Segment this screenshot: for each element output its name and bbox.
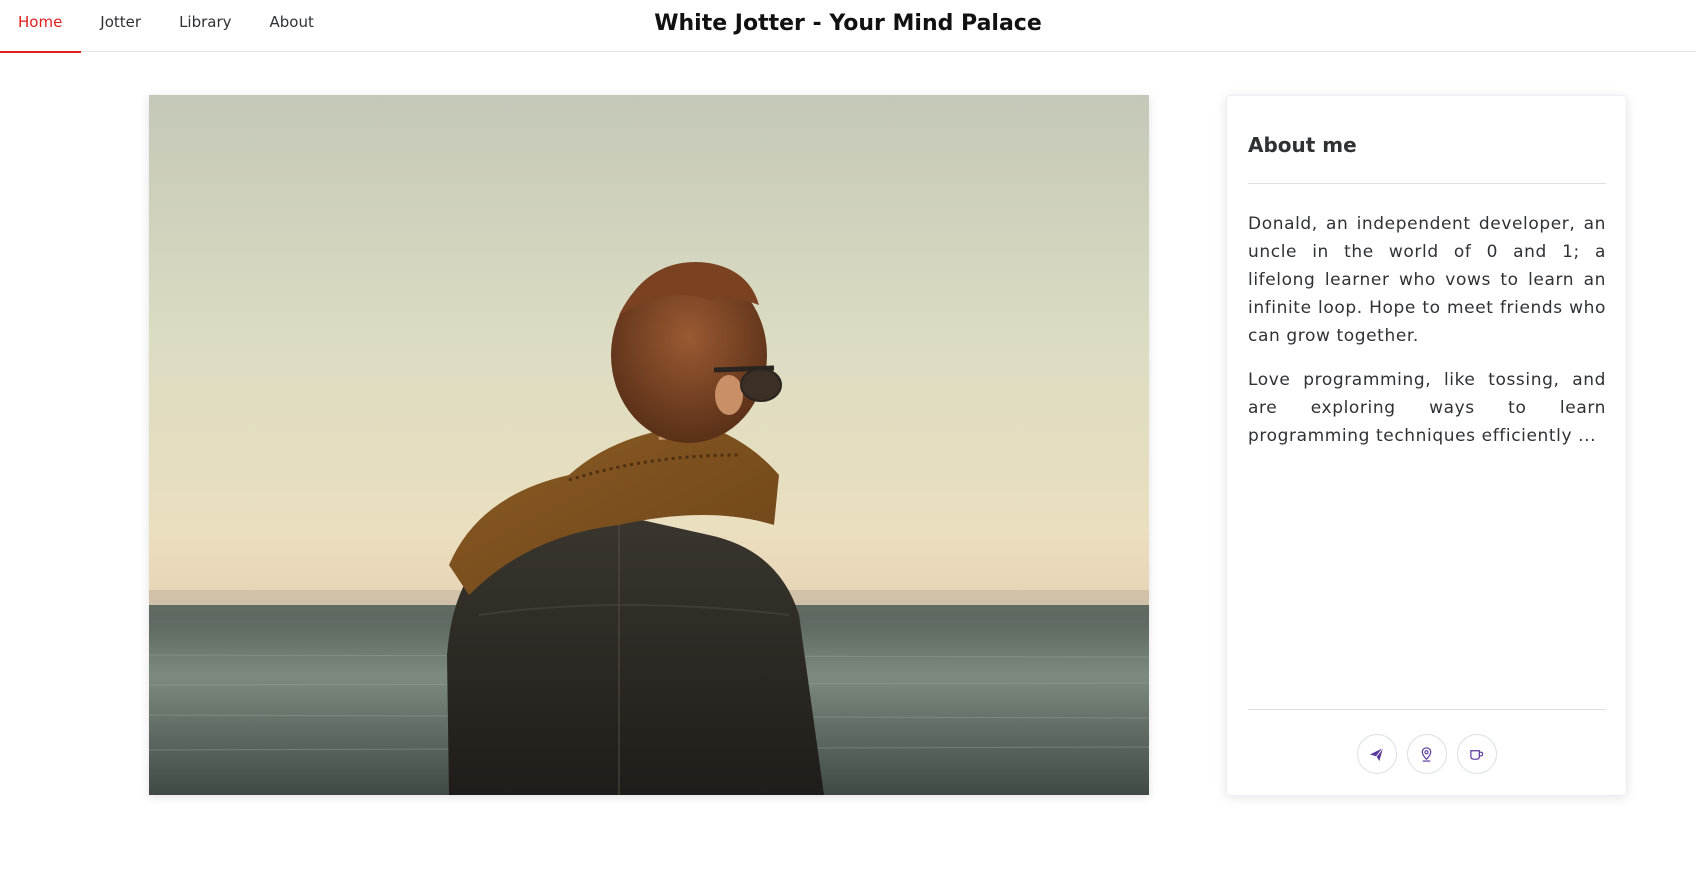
send-button[interactable] <box>1356 734 1397 774</box>
about-paragraph: Donald, an independent developer, an unc… <box>1248 214 1606 346</box>
social-icons <box>1227 734 1626 774</box>
about-card-body: Donald, an independent developer, an unc… <box>1248 210 1606 466</box>
send-icon <box>1369 747 1384 761</box>
about-card-title: About me <box>1248 133 1357 157</box>
coffee-button[interactable] <box>1456 734 1497 774</box>
location-button[interactable] <box>1406 734 1447 774</box>
divider <box>1248 709 1606 710</box>
hero-image <box>149 95 1149 795</box>
divider <box>1248 183 1606 184</box>
site-title: White Jotter - Your Mind Palace <box>654 11 1042 36</box>
about-paragraph: Love programming, like tossing, and are … <box>1248 370 1606 446</box>
top-navbar: Home Jotter Library About White Jotter -… <box>0 0 1696 53</box>
coffee-icon <box>1470 749 1484 760</box>
about-card: About me Donald, an independent develope… <box>1226 95 1627 796</box>
location-icon <box>1421 746 1432 762</box>
